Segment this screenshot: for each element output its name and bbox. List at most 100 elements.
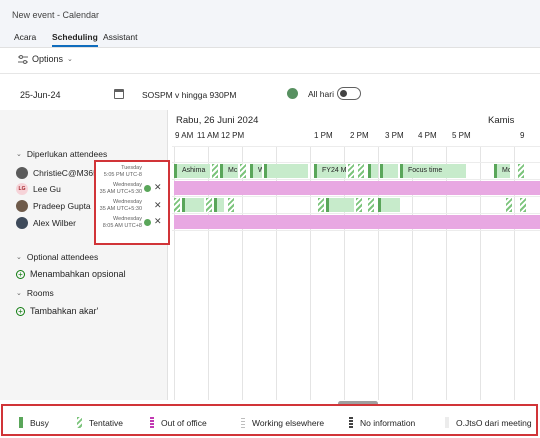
calendar-icon[interactable] (114, 89, 124, 99)
busy-block[interactable]: FY24 M (314, 164, 346, 178)
tz-day: Tuesday (121, 165, 142, 171)
add-optional-attendee[interactable]: + Menambahkan opsional (16, 269, 126, 279)
attendee-row[interactable]: LG Lee Gu (16, 183, 61, 195)
avatar (16, 167, 28, 179)
required-attendees-header[interactable]: ⌄ Diperlukan attendees (16, 149, 107, 159)
legend-label: No information (360, 417, 416, 428)
day-header: Kamis (488, 115, 515, 126)
options-label: Options (32, 54, 64, 64)
tentative-block (520, 198, 526, 212)
accepted-icon (144, 219, 151, 226)
tentative-block (318, 198, 324, 212)
tz-day: Wednesday (113, 182, 142, 188)
window-title: New event - Calendar (12, 10, 100, 20)
busy-block (380, 164, 398, 178)
hour-label: 2 PM (350, 131, 369, 140)
busy-block (326, 198, 354, 212)
grid-row-line (172, 196, 540, 197)
grid-row-line (172, 162, 540, 163)
hour-label: 9 AM (175, 131, 194, 140)
tentative-block (356, 198, 362, 212)
tentative-block (506, 198, 512, 212)
tentative-block (358, 164, 364, 178)
legend-label: O.JtsO dari meeting (456, 417, 532, 428)
optional-attendees-header[interactable]: ⌄ Optional attendees (16, 252, 98, 262)
out-of-office-swatch (150, 417, 154, 428)
avatar: LG (16, 183, 28, 195)
legend-item-working-elsewhere: Working elsewhere (241, 417, 324, 428)
tab-strip: Acara Scheduling Assistant (0, 26, 540, 48)
busy-block[interactable]: W (250, 164, 262, 178)
legend: Busy Tentative Out of office Working els… (1, 404, 538, 436)
busy-block (182, 198, 204, 212)
tz-day: Wednesday (113, 216, 142, 222)
busy-block (368, 164, 378, 178)
add-room-label: Tambahkan akar' (30, 306, 99, 316)
avatar (16, 217, 28, 229)
hour-label: 12 PM (221, 131, 245, 140)
toolbar: Options ⌄ (0, 48, 540, 74)
tz-time: 5:05 PM UTC-8 (103, 172, 142, 178)
attendee-name: Alex Wilber (33, 218, 76, 228)
tentative-block (228, 198, 234, 212)
busy-block (214, 198, 224, 212)
out-of-office-block (174, 215, 540, 229)
busy-swatch (19, 417, 23, 428)
tentative-swatch (77, 417, 82, 428)
tz-time: 35 AM UTC+5:30 (99, 206, 142, 212)
options-icon (18, 54, 28, 64)
busy-block[interactable]: Mc (494, 164, 510, 178)
attendee-row[interactable]: Pradeep Gupta (16, 200, 91, 212)
remove-attendee-icon[interactable]: ✕ (154, 200, 162, 211)
scheduling-grid[interactable]: Rabu, 26 Juni 2024 Kamis 9 AM 11 AM 12 P… (172, 110, 540, 400)
grid-row-line (172, 179, 540, 180)
chevron-down-icon: ⌄ (16, 151, 22, 158)
attendee-row[interactable]: Alex Wilber (16, 217, 76, 229)
tentative-block (368, 198, 374, 212)
rooms-label: Rooms (26, 288, 54, 298)
out-of-office-block (174, 181, 540, 195)
remove-attendee-icon[interactable]: ✕ (154, 182, 162, 193)
working-elsewhere-swatch (241, 417, 245, 428)
add-optional-label: Menambahkan opsional (30, 269, 126, 279)
chevron-down-icon: ⌄ (16, 290, 22, 297)
rooms-header[interactable]: ⌄ Rooms (16, 288, 54, 298)
tentative-block (212, 164, 218, 178)
legend-label: Working elsewhere (252, 417, 325, 428)
accepted-icon (144, 185, 151, 192)
tz-time: 8:05 AM UTC+8 (102, 223, 142, 229)
tz-time: 35 AM UTC+5:30 (99, 189, 142, 195)
title-bar: New event - Calendar (0, 0, 540, 26)
tentative-block (518, 164, 524, 178)
start-date-field[interactable]: 25-Jun-24 (20, 90, 61, 100)
remove-attendee-icon[interactable]: ✕ (154, 216, 162, 227)
options-button[interactable]: Options ⌄ (18, 54, 73, 64)
add-icon: + (16, 306, 25, 316)
tab-scheduling[interactable]: Scheduling (52, 32, 98, 47)
hour-label: 11 AM (197, 131, 220, 140)
timezone-info-box: Tuesday 5:05 PM UTC-8 Wednesday 35 AM UT… (94, 160, 170, 245)
legend-item-busy: Busy (19, 417, 49, 428)
legend-label: Busy (30, 417, 49, 428)
busy-block (378, 198, 400, 212)
attendee-name: Lee Gu (33, 184, 61, 194)
time-range-field[interactable]: SOSPM v hingga 930PM (142, 90, 237, 100)
grid-row-line (172, 213, 540, 214)
busy-block[interactable]: Focus time (400, 164, 466, 178)
tentative-block (174, 198, 180, 212)
add-icon: + (16, 269, 25, 279)
tab-assistant[interactable]: Assistant (103, 32, 138, 42)
legend-item-tentative: Tentative (77, 417, 123, 428)
all-day-toggle[interactable] (337, 87, 361, 100)
legend-label: Out of office (161, 417, 207, 428)
chevron-down-icon: ⌄ (67, 56, 73, 63)
busy-block[interactable]: Mc (220, 164, 238, 178)
timezone-icon[interactable] (287, 88, 298, 99)
legend-label: Tentative (89, 417, 124, 428)
add-room[interactable]: + Tambahkan akar' (16, 306, 98, 316)
tab-event[interactable]: Acara (14, 32, 36, 42)
legend-item-no-information: No information (349, 417, 415, 428)
busy-block[interactable]: Ashima (174, 164, 210, 178)
hour-label: 5 PM (452, 131, 471, 140)
outside-hours-swatch (445, 417, 449, 428)
